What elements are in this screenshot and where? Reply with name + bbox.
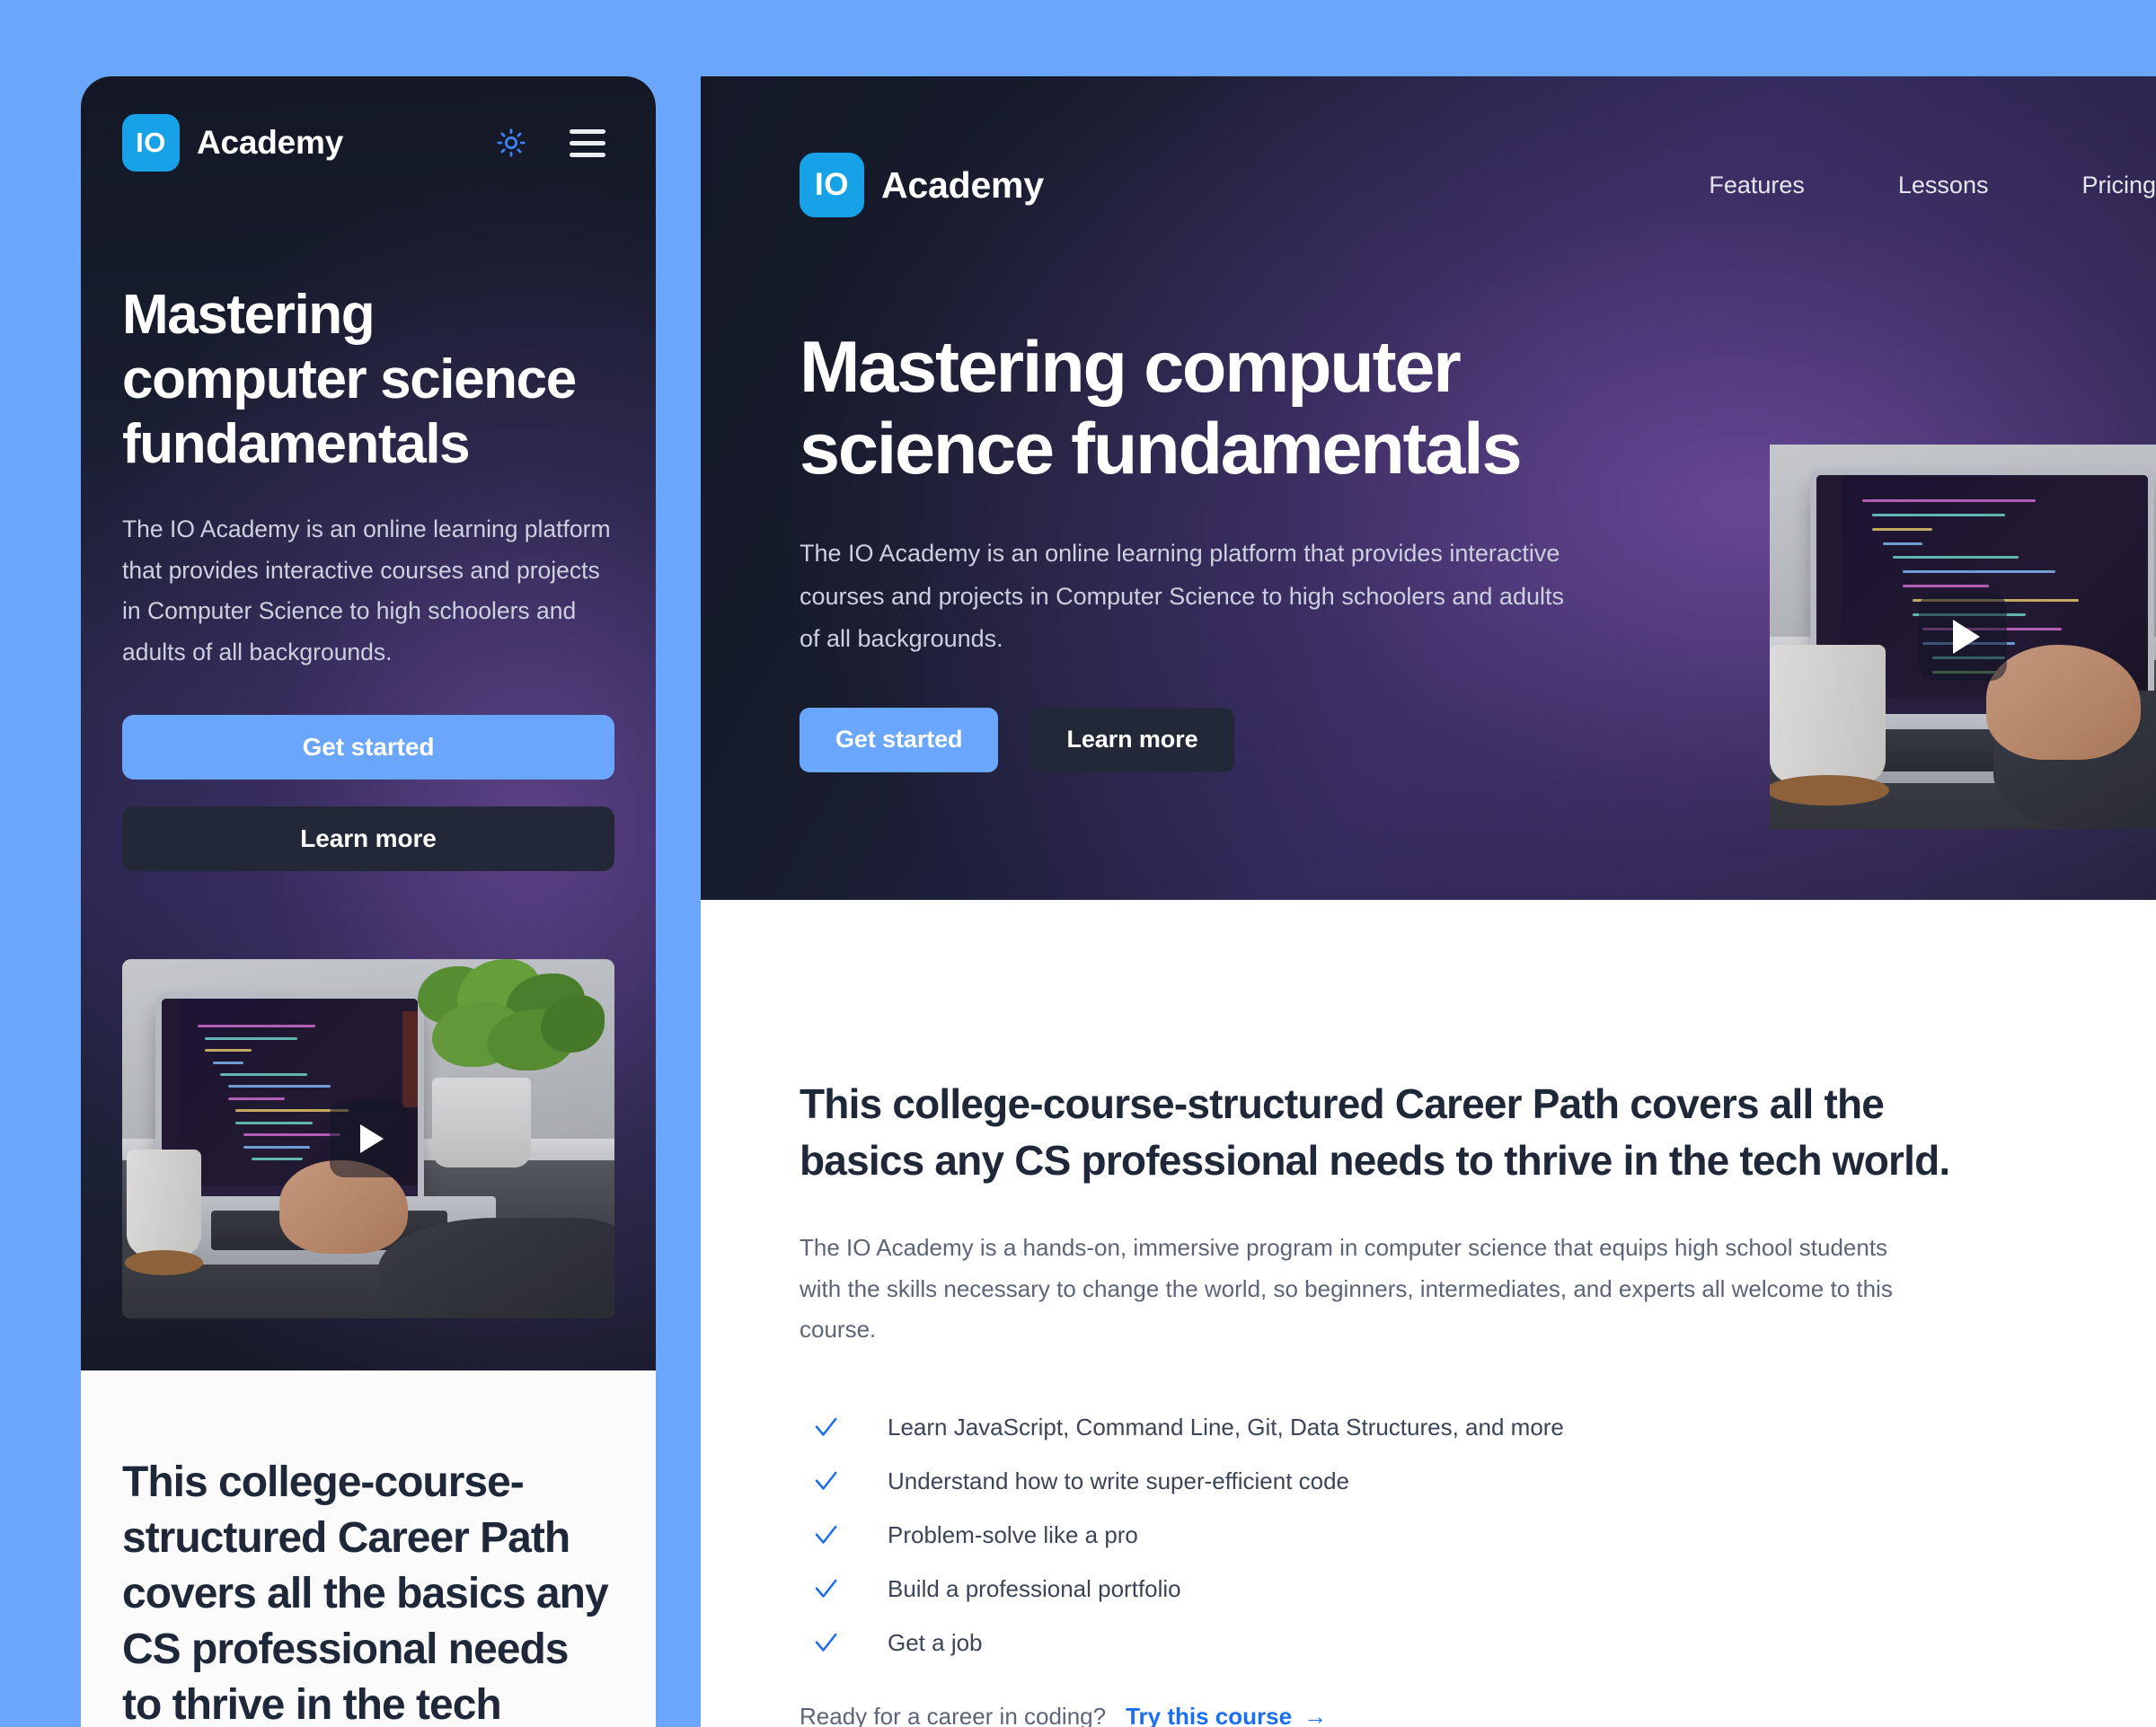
desktop-hero-copy: Mastering computer science fundamentals … (701, 327, 1626, 772)
desktop-hero-buttons: Get started Learn more (800, 707, 1626, 772)
get-started-button[interactable]: Get started (800, 707, 999, 772)
desktop-hero-paragraph: The IO Academy is an online learning pla… (800, 540, 1564, 653)
desktop-hero-section: IO Academy Features Lessons Pricing Mast… (701, 76, 2156, 900)
check-icon (812, 1576, 839, 1603)
nav-item-features[interactable]: Features (1709, 172, 1805, 199)
mobile-hero-body: Mastering computer science fundamentals … (81, 283, 656, 1319)
brand-logo[interactable]: IO Academy (122, 114, 343, 172)
desktop-section-heading: This college-course-structured Career Pa… (800, 1080, 1950, 1184)
play-icon[interactable] (1919, 593, 2007, 681)
hamburger-bar (570, 152, 605, 157)
mobile-hero-buttons: Get started Learn more (122, 715, 614, 872)
checklist-label: Build a professional portfolio (888, 1575, 1181, 1603)
check-icon (812, 1414, 839, 1441)
desktop-hero-heading: Mastering computer science fundamentals (800, 327, 1523, 489)
mobile-hero-heading: Mastering computer science fundamentals (122, 284, 577, 475)
play-icon[interactable] (330, 1100, 407, 1178)
desktop-content-section: This college-course-structured Career Pa… (701, 900, 2156, 1727)
desktop-header: IO Academy Features Lessons Pricing (701, 76, 2156, 217)
hamburger-bar (570, 140, 605, 145)
brand-name: Academy (197, 124, 344, 161)
cta-question: Ready for a career in coding? (800, 1702, 1107, 1727)
nav-item-lessons[interactable]: Lessons (1898, 172, 1989, 199)
check-icon (812, 1522, 839, 1549)
mobile-hero-paragraph: The IO Academy is an online learning pla… (122, 515, 611, 666)
list-item: Get a job (800, 1617, 2057, 1670)
nav-item-pricing[interactable]: Pricing (2081, 172, 2156, 199)
mobile-header-tools (496, 128, 614, 158)
course-cta: Ready for a career in coding? Try this c… (800, 1703, 2057, 1727)
check-icon (812, 1630, 839, 1657)
checklist-label: Understand how to write super-efficient … (888, 1467, 1350, 1495)
hamburger-bar (570, 128, 605, 134)
mobile-hero-section: IO Academy Mastering computer science fu… (81, 76, 656, 1370)
list-item: Problem-solve like a pro (800, 1509, 2057, 1563)
desktop-video-thumbnail[interactable] (1770, 445, 2156, 829)
learn-more-button[interactable]: Learn more (1030, 707, 1234, 772)
hamburger-menu-icon[interactable] (570, 128, 605, 157)
logo-mark-icon: IO (800, 153, 864, 217)
logo-mark-icon: IO (122, 114, 180, 172)
mobile-content-section: This college-course-structured Career Pa… (81, 1370, 656, 1727)
check-icon (812, 1468, 839, 1495)
desktop-section-paragraph: The IO Academy is a hands-on, immersive … (800, 1234, 1893, 1344)
benefits-checklist: Learn JavaScript, Command Line, Git, Dat… (800, 1401, 2057, 1670)
brand-name: Academy (881, 163, 1044, 206)
arrow-right-icon: → (1303, 1703, 1328, 1727)
list-item: Understand how to write super-efficient … (800, 1455, 2057, 1509)
list-item: Build a professional portfolio (800, 1563, 2057, 1617)
mobile-section-heading: This college-course-structured Career Pa… (122, 1458, 609, 1727)
list-item: Learn JavaScript, Command Line, Git, Dat… (800, 1401, 2057, 1455)
primary-navigation: Features Lessons Pricing (1709, 172, 2156, 199)
mobile-header: IO Academy (81, 76, 656, 172)
page-canvas: IO Academy Mastering computer science fu… (0, 0, 2156, 1727)
checklist-label: Learn JavaScript, Command Line, Git, Dat… (888, 1414, 1564, 1441)
desktop-mockup: IO Academy Features Lessons Pricing Mast… (701, 76, 2156, 1727)
brand-logo[interactable]: IO Academy (800, 153, 1044, 217)
sun-icon[interactable] (496, 128, 526, 158)
get-started-button[interactable]: Get started (122, 715, 614, 780)
learn-more-button[interactable]: Learn more (122, 806, 614, 872)
checklist-label: Problem-solve like a pro (888, 1521, 1138, 1549)
mobile-video-thumbnail[interactable] (122, 959, 614, 1319)
cta-link-label: Try this course (1126, 1702, 1293, 1727)
mobile-mockup: IO Academy Mastering computer science fu… (81, 76, 656, 1727)
checklist-label: Get a job (888, 1629, 983, 1657)
try-this-course-link[interactable]: Try this course → (1126, 1703, 1327, 1727)
